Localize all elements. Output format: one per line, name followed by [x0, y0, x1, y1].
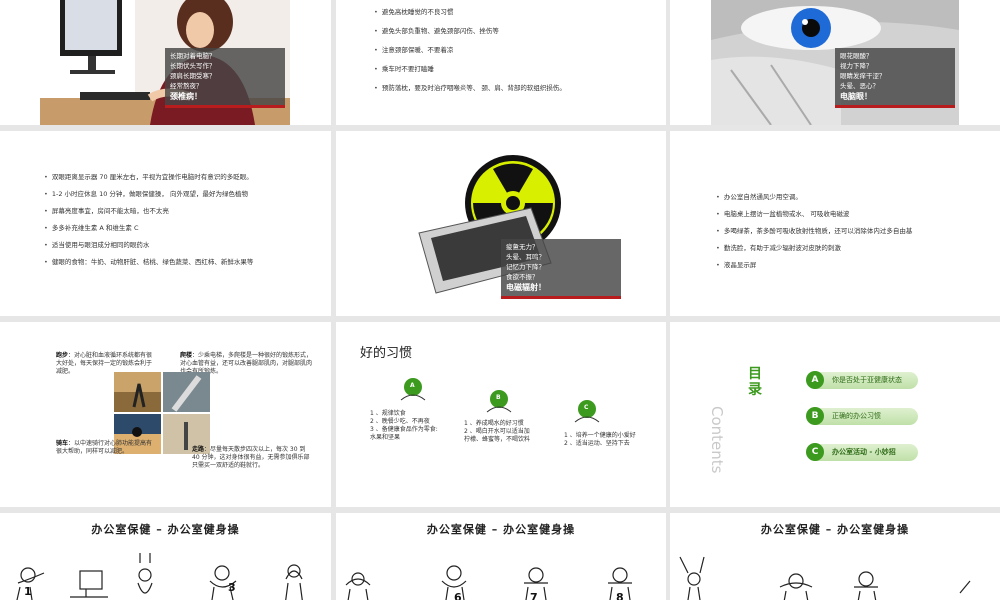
list-item: 双眼距离显示器 70 厘米左右，平视为宜操作电脑时有意识的多眨眼。 — [44, 171, 253, 181]
habit-line: 3 、备健康食品作为零食: — [370, 426, 438, 433]
menu-item-label: 办公室活动 - 小妙招 — [832, 448, 896, 456]
exercise-illustration — [16, 553, 303, 600]
slide-office-exercise-2[interactable]: 办公室保健 – 办公室健身操 6 7 8 — [336, 513, 666, 600]
slide-contents[interactable]: 目录 Contents A 你是否处于亚健康状态 B 正确的办公习惯 C 办公室… — [670, 322, 1000, 507]
habit-line: 2 、适当运动、坚持下去 — [564, 440, 630, 447]
menu-item-label: 正确的办公习惯 — [832, 412, 881, 420]
slide-radiation-tips[interactable]: 办公室自然通风少用空调。 电脑桌上摆访一盆植物或水、 可吸收电磁波 多喝绿茶，茶… — [670, 131, 1000, 316]
list-item: 勤洗脸，有助于减少辐射波对皮肤的刺激 — [716, 242, 912, 252]
neck-tips-list: 避免高枕睡觉的不良习惯 避免头部负重物、避免颈部闪伤、挫伤等 注意颈部保暖、不要… — [374, 6, 566, 92]
list-item: 乘车时不要打瞌睡 — [374, 63, 566, 73]
habit-a-text: 1 、规律饮食 2 、晚餐少吃、不再夜 3 、备健康食品作为零食: 水果和坚果 — [370, 410, 470, 442]
menu-item-office-activities[interactable]: C 办公室活动 - 小妙招 — [806, 443, 918, 461]
menu-item-subhealth[interactable]: A 你是否处于亚健康状态 — [806, 371, 918, 389]
list-item: 办公室自然通风少用空调。 — [716, 191, 912, 201]
caption-line: 视力下降？ — [840, 62, 873, 70]
list-item: 屏幕亮度事宜，房间不能太暗，也不太亮 — [44, 205, 253, 215]
step-number: 8 — [616, 591, 624, 600]
exercise-title: 办公室保健 – 办公室健身操 — [426, 523, 576, 536]
step-number: 3 — [228, 581, 236, 594]
list-item: 液晶显示屏 — [716, 259, 912, 269]
step-number: 1 — [24, 585, 32, 598]
list-item: 1-2 小时应休息 10 分钟，做眼保健操， 向外观望，最好为绿色植物 — [44, 188, 253, 198]
exercise-title: 办公室保健 – 办公室健身操 — [760, 523, 910, 536]
caption-line: 头晕、恶心？ — [840, 82, 879, 90]
habit-line: 1 、规律饮食 — [370, 410, 406, 417]
running-label: 跑步 — [56, 352, 69, 359]
list-item: 避免高枕睡觉的不良习惯 — [374, 6, 566, 16]
cycling-text: 骑车：以中速骑行对心肺功能提高有很大帮助，同样可以减肥。 — [56, 440, 156, 456]
exercise-illustration — [679, 556, 971, 600]
habit-c-text: 1 、培养一个健康的小爱好 2 、适当运动、坚持下去 — [564, 432, 664, 448]
habit-b-badge: B — [496, 394, 501, 401]
slide-good-habits[interactable]: 好的习惯 A 1 、规律饮食 2 、晚餐少吃、不再夜 3 、备健康食品作为零食:… — [336, 322, 666, 507]
list-item: 预防落枕，要及时治疗咽喉炎等、 颈、肩、背部的软组织损伤。 — [374, 82, 566, 92]
walking-desc: ：尽量每天散步四次以上，每次 30 到 40 分钟，这对身体很有益，无需参加俱乐… — [192, 446, 310, 469]
climbing-label: 爬楼 — [180, 352, 193, 359]
cervical-caption: 长期对着电脑？ 长期伏头写作？ 颈肩长期受寒？ 经常熬夜？ 颈椎病！ — [165, 48, 285, 108]
caption-line: 眼睛发痒干涩？ — [840, 72, 886, 80]
habit-a-badge: A — [410, 382, 415, 389]
habit-line: 柠檬、蜂蜜等，不喝饮料 — [464, 436, 531, 443]
good-habits-title: 好的习惯 — [360, 346, 413, 361]
caption-line: 记忆力下降？ — [506, 263, 545, 271]
list-item: 注意颈部保暖、不要着凉 — [374, 44, 566, 54]
list-item: 适当使用与眼泪成分相同的眼药水 — [44, 239, 253, 249]
cycling-desc: ：以中速骑行对心肺功能提高有很大帮助，同样可以减肥。 — [56, 440, 153, 455]
eye-tips-list: 双眼距离显示器 70 厘米左右，平视为宜操作电脑时有意识的多眨眼。 1-2 小时… — [44, 171, 254, 266]
menu-item-office-habits[interactable]: B 正确的办公习惯 — [806, 407, 918, 425]
caption-line: 颈肩长期受寒？ — [170, 72, 216, 80]
eye-caption: 眼花眼酸？ 视力下降？ 眼睛发痒干涩？ 头晕、恶心？ 电脑眼！ — [835, 48, 955, 108]
list-item: 多多补充维生素 A 和维生素 C — [44, 222, 253, 232]
radiation-caption: 疲惫无力？ 头晕、耳鸣？ 记忆力下降？ 食欲不振？ 电磁辐射！ — [501, 239, 621, 299]
habit-a-icon — [400, 378, 426, 401]
slide-office-exercise-1[interactable]: 办公室保健 – 办公室健身操 1 3 — [0, 513, 331, 600]
slide-office-exercise-3[interactable]: 办公室保健 – 办公室健身操 — [670, 513, 1000, 600]
slide-computer-eye[interactable]: 眼花眼酸？ 视力下降？ 眼睛发痒干涩？ 头晕、恶心？ 电脑眼！ — [670, 0, 1000, 125]
list-item: 多喝绿茶，茶多酚可吸收放射性物质，还可以消除体内过多自由基 — [716, 225, 913, 235]
caption-line: 长期伏头写作？ — [170, 62, 216, 70]
caption-line: 疲惫无力？ — [506, 243, 539, 251]
caption-line: 眼花眼酸？ — [840, 52, 873, 60]
caption-highlight: 颈椎病！ — [170, 92, 202, 101]
habit-c-icon — [574, 400, 600, 423]
caption-line: 食欲不振？ — [506, 273, 539, 281]
habit-line: 水果和坚果 — [370, 434, 401, 441]
walking-label: 走路 — [192, 446, 205, 453]
caption-highlight: 电脑眼！ — [840, 92, 872, 101]
slide-exercise-types[interactable]: 跑步：对心脏和血液循环系统都有很大好处，每天保持一定的锻炼会利于减肥。 爬楼：少… — [0, 322, 331, 507]
menu-badge-b: B — [806, 407, 824, 425]
list-item: 避免头部负重物、避免颈部闪伤、挫伤等 — [374, 25, 566, 35]
slide-eye-tips[interactable]: 双眼距离显示器 70 厘米左右，平视为宜操作电脑时有意识的多眨眼。 1-2 小时… — [0, 131, 331, 316]
habit-line: 1 、培养一个健康的小爱好 — [564, 432, 636, 439]
caption-line: 经常熬夜？ — [170, 82, 203, 90]
habit-b-icon — [486, 390, 512, 413]
habit-line: 2 、晚餐少吃、不再夜 — [370, 418, 430, 425]
step-number: 6 — [454, 591, 462, 600]
habit-line: 2 、喝白开水可以适当加 — [464, 428, 530, 435]
slide-radiation[interactable]: 疲惫无力？ 头晕、耳鸣？ 记忆力下降？ 食欲不振？ 电磁辐射！ — [336, 131, 666, 316]
menu-badge-c: C — [806, 443, 824, 461]
contents-heading: 目录 — [748, 366, 762, 398]
list-item: 健眼的食物：牛奶、动物肝脏、桔桃、绿色蔬菜、西红柿、新鲜水果等 — [44, 256, 254, 266]
habit-c-badge: C — [584, 404, 589, 411]
menu-badge-a: A — [806, 371, 824, 389]
habit-b-text: 1 、养成喝水的好习惯 2 、喝白开水可以适当加 柠檬、蜂蜜等，不喝饮料 — [464, 420, 564, 444]
caption-line: 头晕、耳鸣？ — [506, 253, 545, 261]
step-number: 7 — [530, 591, 538, 600]
habit-line: 1 、养成喝水的好习惯 — [464, 420, 524, 427]
list-item: 电脑桌上摆访一盆植物或水、 可吸收电磁波 — [716, 208, 912, 218]
caption-highlight: 电磁辐射！ — [506, 283, 546, 292]
slide-neck-tips[interactable]: 避免高枕睡觉的不良习惯 避免头部负重物、避免颈部闪伤、挫伤等 注意颈部保暖、不要… — [336, 0, 666, 125]
caption-line: 长期对着电脑？ — [170, 52, 216, 60]
menu-item-label: 你是否处于亚健康状态 — [832, 376, 902, 384]
slide-cervical-spondylosis[interactable]: 长期对着电脑？ 长期伏头写作？ 颈肩长期受寒？ 经常熬夜？ 颈椎病！ — [0, 0, 331, 125]
contents-watermark: Contents — [708, 406, 726, 474]
cycling-label: 骑车 — [56, 440, 69, 447]
radiation-tips-list: 办公室自然通风少用空调。 电脑桌上摆访一盆植物或水、 可吸收电磁波 多喝绿茶，茶… — [716, 191, 913, 269]
walking-text: 走路：尽量每天散步四次以上，每次 30 到 40 分钟，这对身体很有益，无需参加… — [192, 446, 310, 470]
exercise-title: 办公室保健 – 办公室健身操 — [91, 523, 240, 536]
